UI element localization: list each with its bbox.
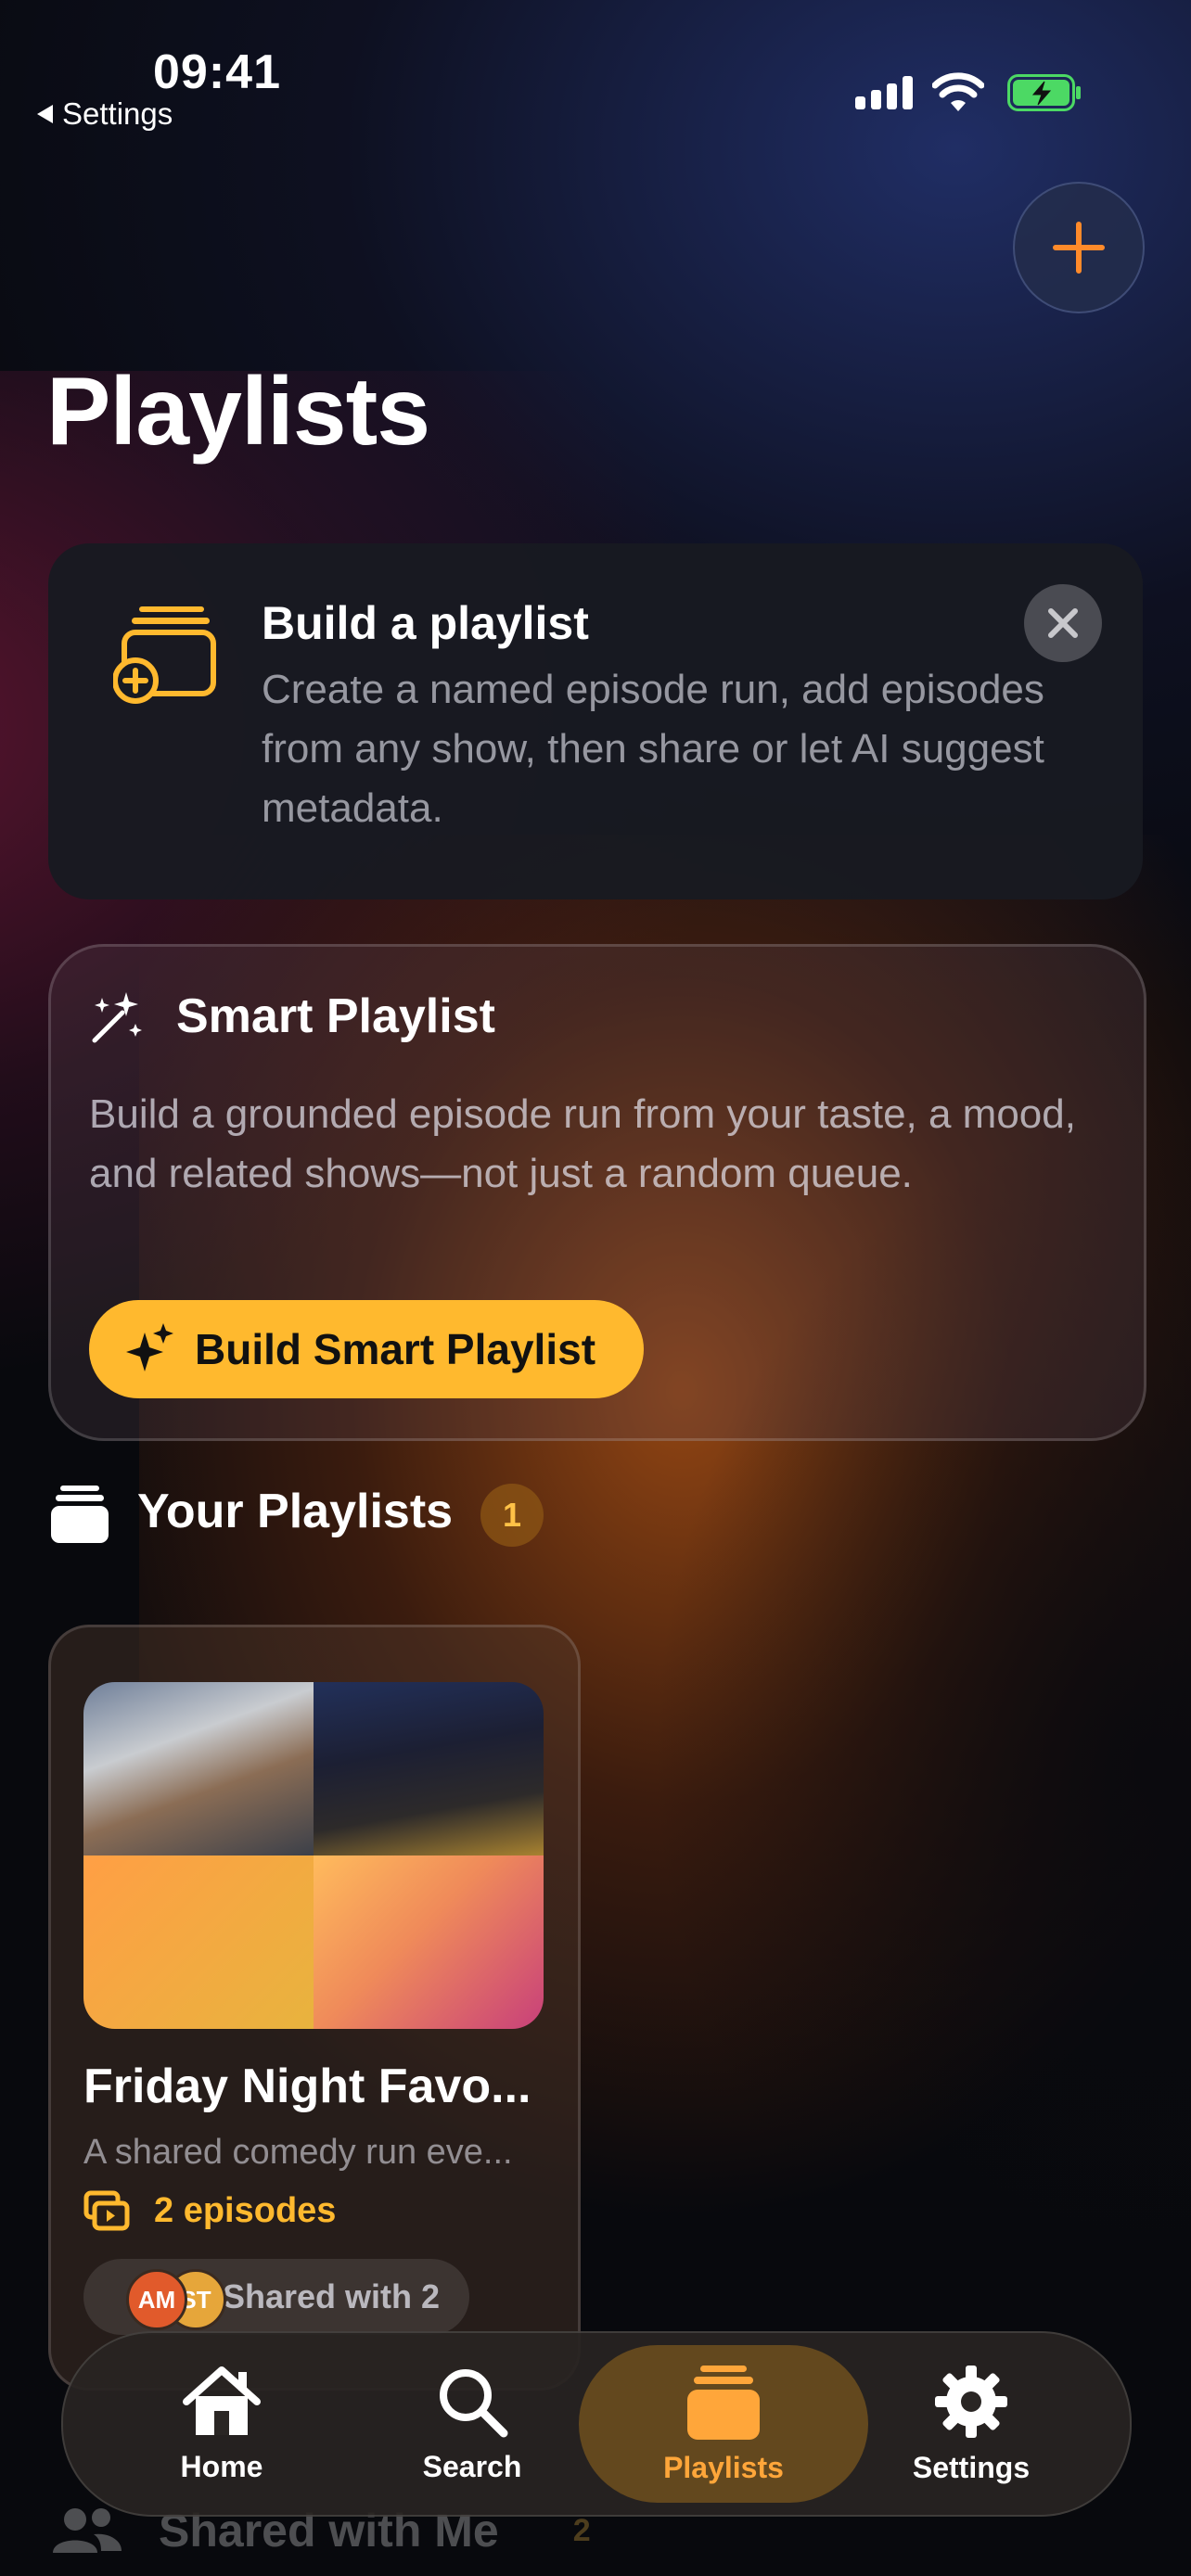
avatar: AM bbox=[126, 2269, 187, 2330]
playlist-title: Friday Night Favo... bbox=[83, 2060, 531, 2113]
episode-count-label: 2 episodes bbox=[154, 2190, 337, 2230]
shared-with-me-count: 2 bbox=[572, 2512, 591, 2548]
tip-title: Build a playlist bbox=[262, 597, 589, 649]
playlist-description: A shared comedy run eve... bbox=[83, 2133, 513, 2172]
build-smart-playlist-label: Build Smart Playlist bbox=[195, 1325, 596, 1373]
gear-icon bbox=[935, 2365, 1007, 2438]
episode-thumbnail bbox=[83, 1682, 314, 1855]
playlist-artwork bbox=[83, 1682, 544, 2029]
status-time: 09:41 bbox=[153, 45, 281, 99]
episode-count: 2 episodes bbox=[83, 2190, 336, 2231]
back-to-settings-link[interactable]: Settings bbox=[37, 96, 173, 132]
playlists-stack-icon bbox=[687, 2365, 760, 2440]
tab-bar: Home Search Playlists Settings bbox=[61, 2331, 1132, 2517]
shared-with-label: Shared with 2 bbox=[223, 2277, 441, 2315]
tab-home[interactable]: Home bbox=[96, 2333, 347, 2515]
magnifier-icon bbox=[440, 2368, 508, 2437]
episode-thumbnail bbox=[314, 1682, 544, 1855]
close-icon bbox=[1048, 608, 1078, 638]
cellular-signal-icon bbox=[855, 76, 913, 109]
house-icon bbox=[183, 2366, 261, 2435]
playlist-count-badge: 1 bbox=[480, 1484, 544, 1547]
back-label: Settings bbox=[62, 96, 173, 131]
sparkles-icon bbox=[126, 1323, 173, 1371]
tab-playlists-label: Playlists bbox=[663, 2450, 784, 2484]
tab-settings[interactable]: Settings bbox=[846, 2333, 1096, 2515]
tip-body: Create a named episode run, add episodes… bbox=[262, 667, 1044, 831]
tab-search[interactable]: Search bbox=[347, 2333, 597, 2515]
artwork-placeholder bbox=[314, 1855, 544, 2029]
page-title: Playlists bbox=[46, 358, 430, 465]
back-arrow-icon bbox=[37, 105, 53, 123]
your-playlists-heading: Your Playlists bbox=[137, 1485, 454, 1538]
dismiss-tip-button[interactable] bbox=[1024, 584, 1102, 662]
artwork-placeholder bbox=[83, 1855, 314, 2029]
build-smart-playlist-button[interactable]: Build Smart Playlist bbox=[89, 1300, 644, 1398]
playlists-stack-icon bbox=[51, 1486, 109, 1543]
plus-icon bbox=[1053, 222, 1105, 274]
smart-playlist-description: Build a grounded episode run from your t… bbox=[89, 1091, 1076, 1196]
battery-charging-icon bbox=[1007, 74, 1081, 111]
tab-home-label: Home bbox=[180, 2449, 263, 2483]
tab-settings-label: Settings bbox=[912, 2450, 1031, 2484]
playlist-add-icon bbox=[113, 606, 216, 704]
add-playlist-button[interactable] bbox=[1013, 182, 1145, 313]
magic-wand-icon bbox=[92, 992, 142, 1043]
shared-with-pill[interactable]: AM ST Shared with 2 bbox=[83, 2259, 469, 2335]
wifi-icon bbox=[932, 72, 984, 111]
tab-search-label: Search bbox=[422, 2449, 522, 2483]
smart-playlist-title: Smart Playlist bbox=[176, 989, 495, 1043]
tab-playlists[interactable]: Playlists bbox=[579, 2345, 868, 2503]
episodes-icon bbox=[83, 2190, 130, 2231]
